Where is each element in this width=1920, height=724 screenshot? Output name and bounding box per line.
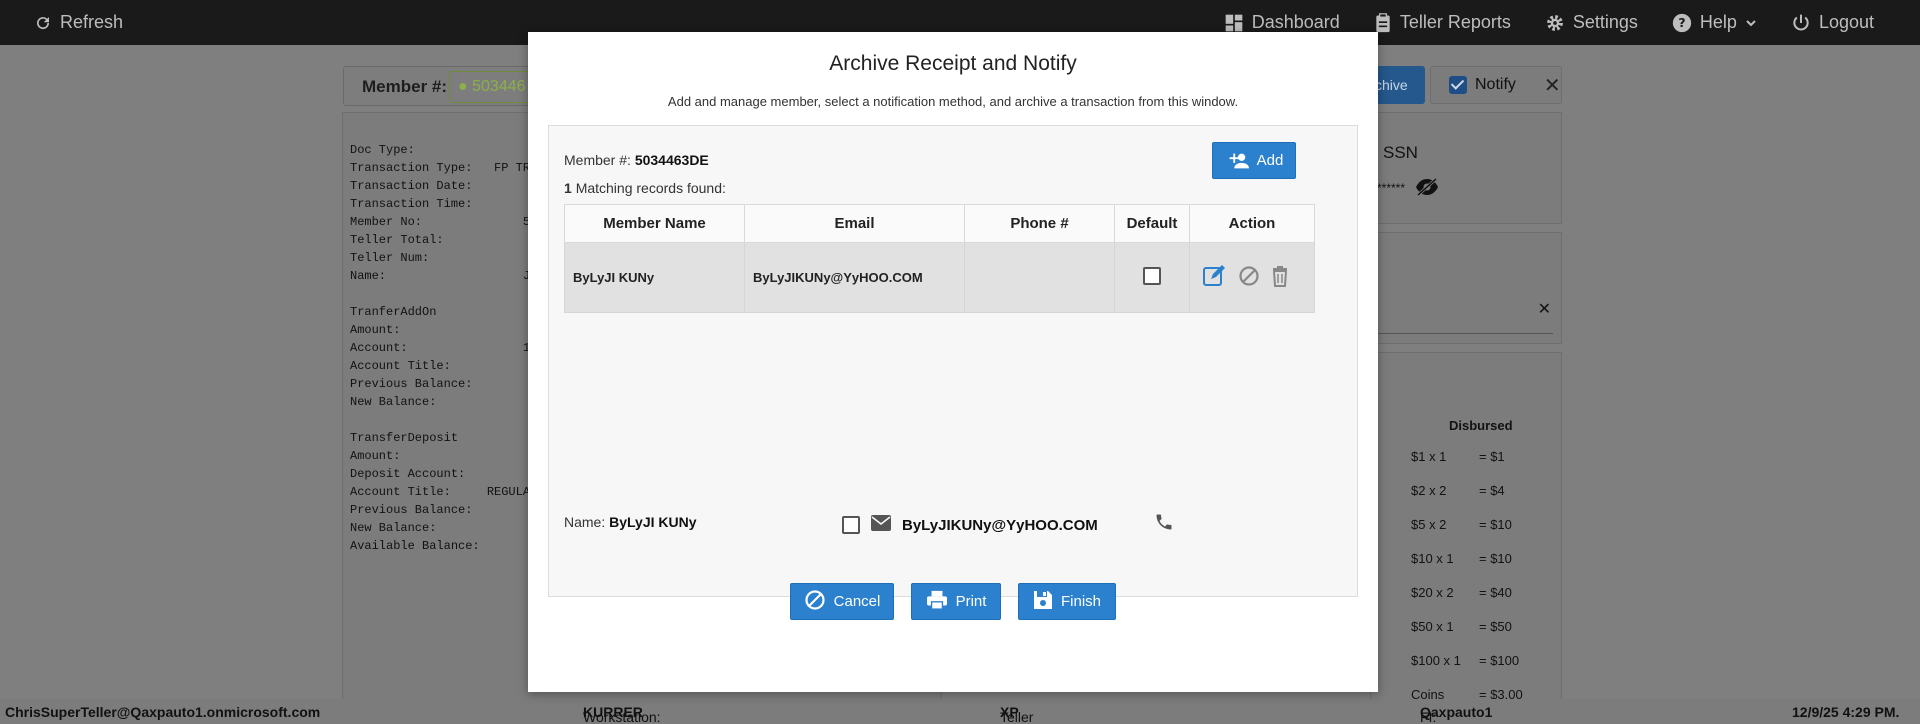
column-email: Email: [744, 204, 965, 243]
ssn-label: SSN: [1383, 143, 1418, 162]
finish-label: Finish: [1060, 593, 1101, 610]
disbursed-denomination: $1 x 1: [1411, 449, 1447, 464]
nav-dashboard-label: Dashboard: [1251, 12, 1340, 32]
member-label: Member #:: [362, 77, 448, 96]
selected-name: Name: ByLyJI KUNy: [564, 514, 697, 530]
refresh-icon: [34, 14, 52, 32]
receipt-text: Doc Type: Transaction Type: FP TRA Trans…: [350, 143, 538, 553]
nav-logout[interactable]: Logout: [1791, 0, 1874, 45]
clipboard-icon: [1374, 12, 1392, 33]
status-platform: Teller Platform: XP: [1000, 704, 1034, 724]
print-button[interactable]: Print: [911, 583, 1001, 620]
svg-text:?: ?: [1678, 15, 1685, 30]
disbursed-total: = $4: [1479, 483, 1505, 498]
eye-slash-icon[interactable]: [1415, 177, 1439, 202]
person-icon: ●: [458, 78, 468, 95]
status-fi: FI: Qaxpauto1: [1420, 704, 1493, 724]
nav-settings-label: Settings: [1572, 12, 1638, 32]
cancel-icon: [804, 589, 826, 615]
member-records-table: Member Name Email Phone # Default Action…: [564, 204, 1315, 313]
disbursed-total: = $100: [1479, 653, 1520, 668]
table-row[interactable]: ByLyJI KUNy ByLyJIKUNy@YyHOO.COM: [564, 242, 1315, 313]
email-notify-checkbox[interactable]: [842, 516, 860, 534]
archive-button-bg[interactable]: chive: [1373, 66, 1425, 104]
finish-button[interactable]: Finish: [1018, 583, 1116, 620]
mail-icon: [870, 514, 892, 536]
add-member-button[interactable]: Add: [1212, 142, 1296, 179]
disbursed-total: = $10: [1479, 551, 1512, 566]
modal-title: Archive Receipt and Notify: [829, 52, 1077, 75]
row-email: ByLyJIKUNy@YyHOO.COM: [744, 242, 965, 313]
ssn-masked: ******: [1377, 181, 1406, 195]
close-icon[interactable]: ✕: [1544, 73, 1561, 98]
archive-receipt-modal: Archive Receipt and Notify Add and manag…: [528, 32, 1378, 692]
email-notify-option: ByLyJIKUNy@YyHOO.COM: [842, 514, 1098, 536]
refresh-button[interactable]: Refresh: [34, 0, 123, 45]
ssn-panel: SSN ******: [1370, 112, 1562, 224]
status-datetime: 12/9/25 4:29 PM.: [1792, 704, 1900, 720]
nav-help-label: Help: [1699, 12, 1737, 32]
trash-icon[interactable]: [1270, 265, 1290, 290]
row-actions: [1189, 242, 1315, 313]
column-default: Default: [1114, 204, 1190, 243]
printer-icon: [926, 590, 948, 614]
disbursed-panel: Disbursed $1 x 1 = $1 $2 x 2 = $4 $5 x 2 = $1…: [1370, 352, 1562, 702]
matching-records: 1 Matching records found:: [564, 180, 726, 196]
member-number: Member #: 5034463DE: [564, 152, 709, 168]
nav-help[interactable]: ? Help: [1672, 0, 1757, 45]
disbursed-total: = $50: [1479, 619, 1512, 634]
status-workstation: Workstation: KURRER: [583, 704, 661, 724]
disbursed-total: = $40: [1479, 585, 1512, 600]
disbursed-denomination: $2 x 2: [1411, 483, 1447, 498]
column-member-name: Member Name: [564, 204, 745, 243]
disbursed-header: Disbursed: [1449, 418, 1513, 433]
disbursed-total: = $1: [1479, 449, 1505, 464]
column-action: Action: [1189, 204, 1315, 243]
notify-checkbox[interactable]: [1449, 76, 1467, 94]
notify-email-address: ByLyJIKUNy@YyHOO.COM: [902, 516, 1098, 534]
disbursed-denomination: $20 x 2: [1411, 585, 1454, 600]
member-field-value: 503446: [472, 78, 526, 95]
add-user-icon: [1225, 152, 1249, 170]
status-bar: ChrisSuperTeller@Qaxpauto1.onmicrosoft.c…: [0, 699, 1920, 724]
modal-subtitle: Add and manage member, select a notifica…: [667, 94, 1239, 109]
cancel-button[interactable]: Cancel: [790, 583, 894, 620]
row-default: [1114, 242, 1190, 313]
column-phone: Phone #: [964, 204, 1115, 243]
help-icon: ?: [1672, 13, 1692, 33]
chevron-down-icon: [1745, 17, 1757, 29]
save-icon: [1033, 590, 1053, 614]
power-icon: [1791, 13, 1811, 33]
nav-logout-label: Logout: [1818, 12, 1874, 32]
default-checkbox[interactable]: [1143, 267, 1161, 285]
print-label: Print: [955, 593, 987, 610]
nav-teller-reports[interactable]: Teller Reports: [1374, 0, 1511, 45]
row-member-name: ByLyJI KUNy: [564, 242, 745, 313]
cancel-label: Cancel: [833, 593, 881, 610]
refresh-label: Refresh: [60, 12, 124, 32]
notify-toggle-bg[interactable]: Notify ✕: [1430, 66, 1562, 104]
nav-settings[interactable]: Settings: [1545, 0, 1638, 45]
gear-icon: [1545, 13, 1565, 33]
row-phone: [964, 242, 1115, 313]
disbursed-denomination: $50 x 1: [1411, 619, 1454, 634]
phone-icon[interactable]: [1154, 512, 1174, 537]
disbursed-denomination: $5 x 2: [1411, 517, 1447, 532]
add-label: Add: [1256, 152, 1284, 169]
disbursed-total: = $10: [1479, 517, 1512, 532]
status-user: ChrisSuperTeller@Qaxpauto1.onmicrosoft.c…: [5, 704, 321, 720]
notify-label: Notify: [1475, 76, 1516, 93]
member-records-panel: Member #: 5034463DE 1 Matching records f…: [548, 125, 1358, 597]
notes-panel: ✕: [1370, 232, 1562, 344]
nav-teller-reports-label: Teller Reports: [1399, 12, 1511, 32]
divider: [1371, 333, 1553, 334]
close-icon[interactable]: ✕: [1538, 299, 1551, 319]
disbursed-denomination: $10 x 1: [1411, 551, 1454, 566]
block-icon[interactable]: [1238, 265, 1260, 290]
edit-icon[interactable]: [1202, 264, 1228, 291]
dashboard-icon: [1224, 13, 1244, 33]
disbursed-denomination: $100 x 1: [1411, 653, 1461, 668]
